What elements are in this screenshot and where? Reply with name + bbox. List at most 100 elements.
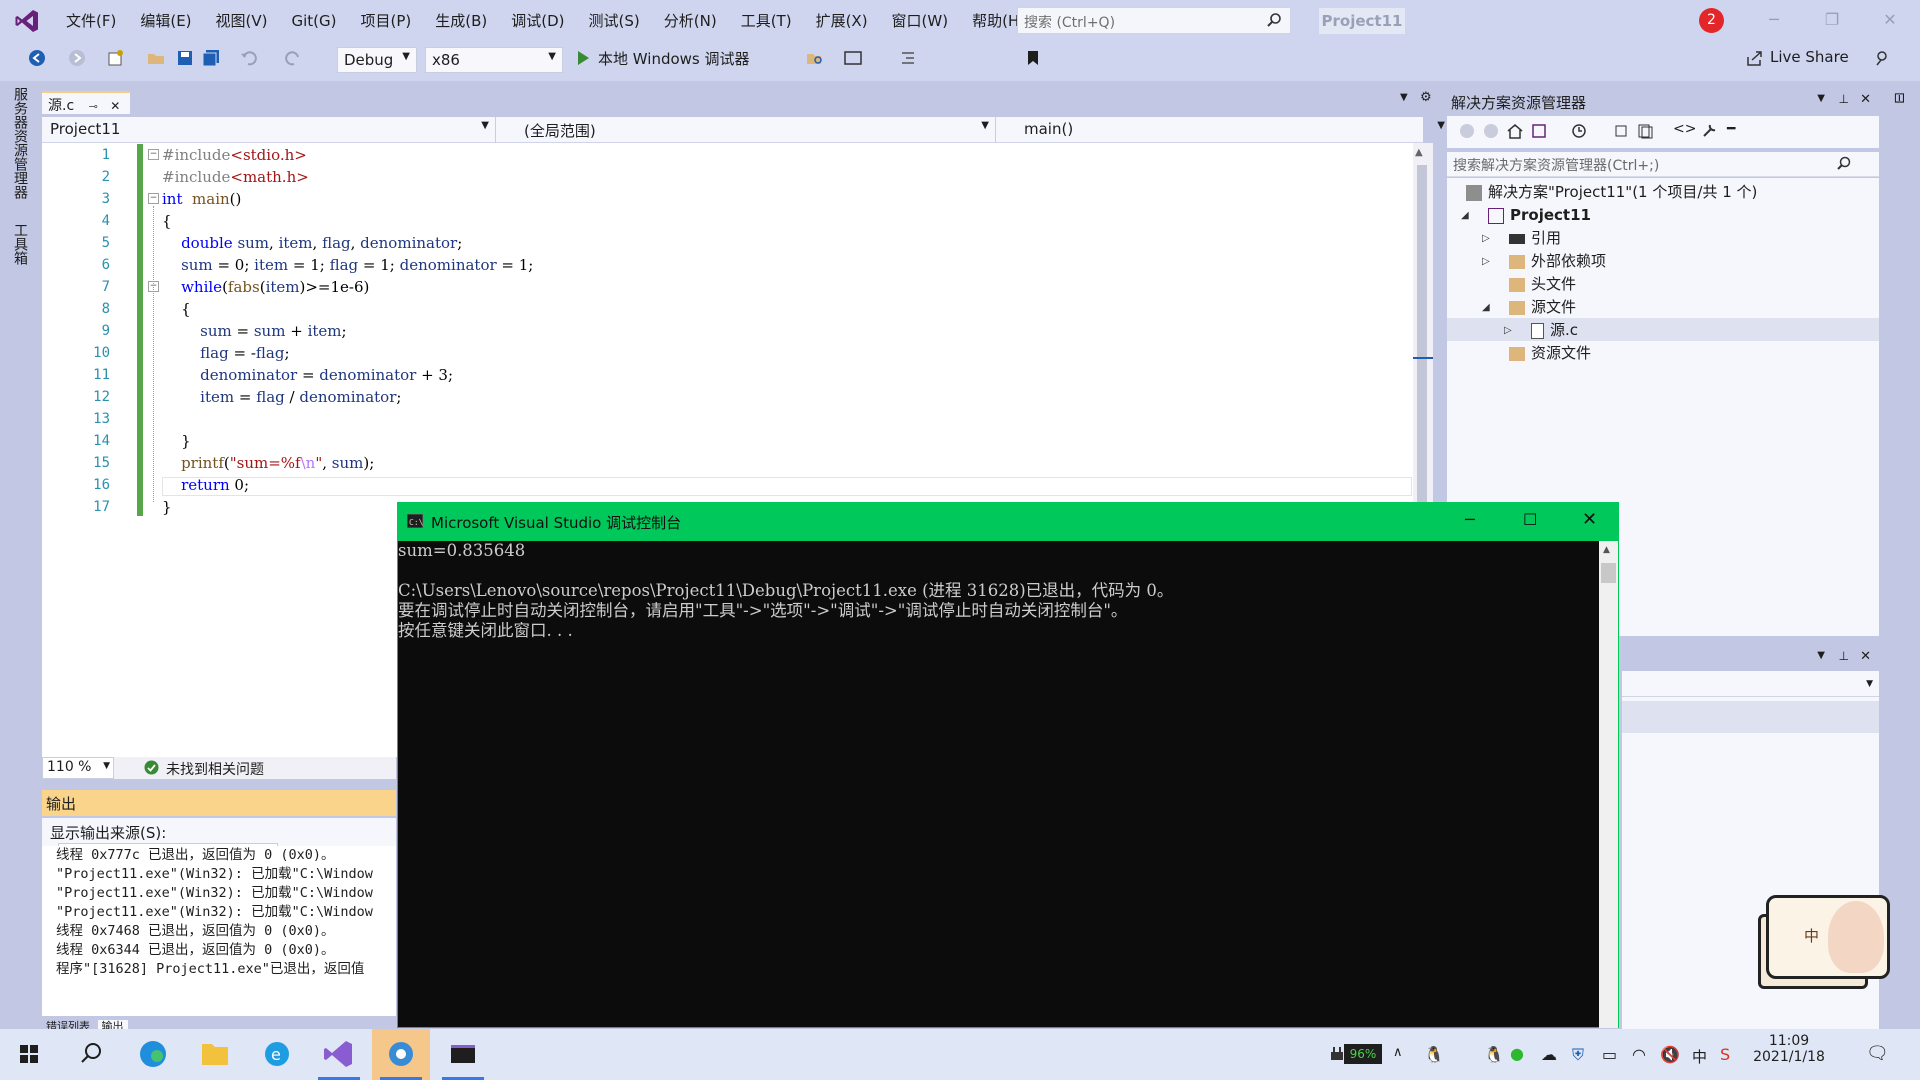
start-button[interactable] — [0, 1029, 58, 1080]
properties-wrench-icon[interactable] — [1701, 123, 1717, 139]
tree-external-deps[interactable]: 外部依赖项 — [1509, 250, 1606, 273]
file-explorer-icon[interactable] — [186, 1029, 244, 1080]
menu-debug[interactable]: 调试(D) — [499, 10, 576, 31]
open-folder-icon[interactable] — [147, 49, 165, 67]
wifi-tray-icon[interactable]: ◠ — [1632, 1045, 1646, 1064]
tab-output[interactable]: 输出 — [97, 1020, 128, 1029]
console-scrollbar[interactable]: ▲ — [1599, 541, 1618, 1028]
undo-icon[interactable] — [240, 49, 258, 67]
live-share-button[interactable]: Live Share — [1770, 48, 1849, 66]
sogou-tray-icon[interactable]: S — [1720, 1045, 1730, 1064]
console-maximize-icon[interactable]: ☐ — [1523, 510, 1537, 529]
battery-indicator[interactable]: 96% — [1344, 1044, 1382, 1064]
solution-search-input[interactable]: 搜索解决方案资源管理器(Ctrl+;) — [1447, 152, 1879, 177]
expand-source-c-icon[interactable]: ▷ — [1504, 325, 1512, 336]
save-icon[interactable] — [176, 49, 194, 67]
qq-tray-icon[interactable]: 🐧 — [1424, 1045, 1444, 1064]
bookmark-icon[interactable] — [1024, 49, 1042, 67]
forward-icon[interactable] — [68, 49, 86, 67]
scroll-thumb[interactable] — [1417, 165, 1427, 525]
console-scroll-thumb[interactable] — [1601, 563, 1616, 583]
menu-build[interactable]: 生成(B) — [423, 10, 499, 31]
tree-references[interactable]: 引用 — [1509, 227, 1561, 250]
volume-muted-icon[interactable]: 🔇 — [1660, 1045, 1680, 1064]
power-plug-icon[interactable] — [1331, 1047, 1343, 1065]
ime-character-widget[interactable]: 中 — [1758, 889, 1900, 989]
function-nav-select[interactable]: main() ▼ — [1000, 117, 1452, 143]
project-nav-select[interactable]: Project11 ▼ — [42, 117, 496, 143]
tab-close-icon[interactable]: ✕ — [110, 99, 120, 113]
redo-icon[interactable] — [284, 49, 302, 67]
preview-icon[interactable]: ━ — [1727, 121, 1735, 137]
panel-dropdown-icon[interactable]: ▼ — [1817, 93, 1825, 104]
console-taskbar-icon[interactable] — [434, 1029, 492, 1080]
expand-references-icon[interactable]: ▷ — [1482, 233, 1490, 244]
tree-resource-files[interactable]: 资源文件 — [1509, 342, 1591, 365]
shield-tray-icon[interactable]: ⛨ — [1572, 1045, 1584, 1065]
indent-icon[interactable] — [900, 49, 918, 67]
visual-studio-taskbar-icon[interactable] — [310, 1029, 368, 1080]
menu-analyze[interactable]: 分析(N) — [652, 10, 729, 31]
props-dropdown-icon[interactable]: ▼ — [1817, 650, 1825, 661]
collapse-all-icon[interactable] — [1613, 123, 1629, 139]
find-in-files-icon[interactable] — [806, 49, 824, 67]
ie-browser-icon[interactable]: e — [248, 1029, 306, 1080]
toolbox-tab[interactable]: 工具箱 — [10, 223, 30, 265]
battery-tray-icon[interactable]: ▭ — [1602, 1045, 1617, 1064]
show-all-files-icon[interactable] — [1637, 123, 1653, 139]
console-minimize-icon[interactable]: ─ — [1465, 510, 1475, 529]
menu-project[interactable]: 项目(P) — [349, 10, 424, 31]
notification-badge[interactable]: 2 — [1699, 8, 1724, 33]
console-scroll-up-icon[interactable]: ▲ — [1603, 545, 1610, 555]
configuration-select[interactable]: Debug ▼ — [337, 47, 417, 73]
switch-views-icon[interactable] — [1531, 123, 1547, 139]
save-all-icon[interactable] — [202, 49, 220, 67]
start-debug-icon[interactable] — [574, 49, 592, 67]
feedback-icon[interactable] — [1874, 49, 1892, 67]
scroll-up-icon[interactable]: ▲ — [1415, 147, 1423, 158]
tab-source-c[interactable]: 源.c ⊸ ✕ — [42, 91, 130, 114]
right-strip-tab[interactable]: ⊟ — [1891, 92, 1907, 104]
new-project-icon[interactable] — [106, 49, 124, 67]
start-debugger-button[interactable]: 本地 Windows 调试器 — [598, 48, 750, 69]
properties-object-select[interactable]: ▼ — [1622, 675, 1879, 697]
platform-select[interactable]: x86 ▼ — [425, 47, 563, 73]
menu-extensions[interactable]: 扩展(X) — [804, 10, 880, 31]
se-back-icon[interactable] — [1459, 123, 1475, 139]
home-icon[interactable] — [1507, 123, 1523, 139]
collapse-main-icon[interactable]: − — [148, 193, 159, 204]
menu-git[interactable]: Git(G) — [280, 12, 349, 30]
cloud-tray-icon[interactable]: ☁ — [1541, 1045, 1557, 1064]
live-share-icon[interactable] — [1746, 49, 1764, 67]
collapse-include-icon[interactable]: − — [148, 149, 159, 160]
server-explorer-tab[interactable]: 服务器资源管理器 — [10, 87, 30, 199]
tree-solution[interactable]: 解决方案"Project11"(1 个项目/共 1 个) — [1466, 181, 1757, 204]
menu-view[interactable]: 视图(V) — [204, 10, 280, 31]
console-title-bar[interactable]: C:\ Microsoft Visual Studio 调试控制台 ─ ☐ ✕ — [397, 502, 1619, 541]
maximize-icon[interactable]: ❐ — [1810, 8, 1854, 32]
wechat-tray-icon[interactable]: ● — [1510, 1044, 1524, 1063]
issues-status[interactable]: 未找到相关问题 — [166, 759, 264, 779]
menu-window[interactable]: 窗口(W) — [880, 10, 961, 31]
history-icon[interactable] — [1571, 123, 1587, 139]
settings-gear-icon[interactable]: ⚙ — [1420, 90, 1432, 105]
se-forward-icon[interactable] — [1483, 123, 1499, 139]
minimize-icon[interactable]: ─ — [1752, 8, 1796, 32]
code-view-icon[interactable]: <> — [1673, 121, 1696, 137]
qq-tray-icon-2[interactable]: 🐧 — [1484, 1045, 1504, 1064]
tab-overflow-icon[interactable]: ▼ — [1400, 92, 1408, 103]
props-close-icon[interactable]: ✕ — [1860, 649, 1871, 664]
console-close-icon[interactable]: ✕ — [1582, 509, 1597, 530]
menu-file[interactable]: 文件(F) — [54, 10, 128, 31]
expand-source-files-icon[interactable]: ◢ — [1482, 302, 1490, 313]
tree-header-files[interactable]: 头文件 — [1509, 273, 1576, 296]
scope-nav-select[interactable]: (全局范围) ▼ — [500, 117, 996, 143]
panel-close-icon[interactable]: ✕ — [1860, 92, 1871, 107]
menu-test[interactable]: 测试(S) — [577, 10, 652, 31]
search-input[interactable]: 搜索 (Ctrl+Q) — [1017, 7, 1291, 34]
action-center-icon[interactable]: 🗨 — [1866, 1043, 1889, 1064]
pin-icon[interactable]: ⊸ — [89, 100, 98, 113]
ime-tray-indicator[interactable]: 中 — [1692, 1046, 1707, 1067]
tree-source-files[interactable]: 源文件 — [1509, 296, 1576, 319]
tab-error-list[interactable]: 错误列表 — [42, 1020, 94, 1029]
